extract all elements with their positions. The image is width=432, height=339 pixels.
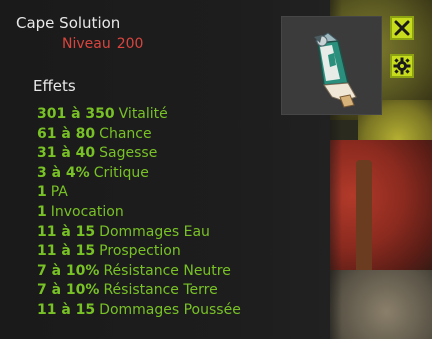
effect-value: 61 à 80 (37, 125, 96, 142)
effect-stat: Sagesse (99, 145, 158, 162)
gear-icon (393, 57, 411, 75)
effect-stat: Vitalité (118, 106, 168, 122)
close-button[interactable] (390, 16, 414, 40)
effect-row: 1 PA (37, 183, 241, 203)
item-level: Niveau 200 (62, 36, 143, 52)
effect-stat: Résistance Terre (103, 282, 218, 299)
level-label: Niveau (62, 36, 111, 52)
level-value: 200 (116, 36, 144, 52)
effect-row: 11 à 15 Dommages Eau (37, 223, 241, 243)
effect-stat: Résistance Neutre (103, 262, 231, 279)
effects-title: Effets (33, 77, 76, 95)
settings-button[interactable] (390, 54, 414, 78)
cape-icon (314, 32, 357, 108)
effect-stat: Critique (93, 164, 149, 181)
effect-row: 11 à 15 Dommages Poussée (37, 301, 241, 321)
effect-row: 7 à 10% Résistance Neutre (37, 262, 241, 282)
effect-row: 301 à 350 Vitalité (37, 105, 241, 125)
effect-stat: Invocation (50, 203, 124, 220)
effect-stat: Dommages Eau (99, 223, 210, 240)
effects-list: 301 à 350 Vitalité 61 à 80 Chance 31 à 40 S… (37, 105, 241, 321)
effect-row: 11 à 15 Prospection (37, 242, 241, 262)
effect-row: 31 à 40 Sagesse (37, 144, 241, 164)
effect-value: 7 à 10% (37, 262, 100, 279)
item-name: Cape Solution (16, 14, 121, 32)
effect-value: 11 à 15 (37, 223, 96, 240)
effect-row: 61 à 80 Chance (37, 125, 241, 145)
effect-value: 31 à 40 (37, 145, 96, 162)
effect-value: 301 à 350 (37, 106, 115, 122)
effect-stat: Dommages Poussée (99, 301, 241, 318)
effect-value: 11 à 15 (37, 301, 96, 318)
effect-value: 7 à 10% (37, 282, 100, 299)
item-image (281, 16, 382, 115)
effect-row: 3 à 4% Critique (37, 164, 241, 184)
effect-value: 1 (37, 184, 47, 201)
effect-row: 1 Invocation (37, 203, 241, 223)
effect-stat: Chance (99, 125, 152, 142)
effect-value: 11 à 15 (37, 243, 96, 260)
close-icon (394, 20, 410, 36)
effect-stat: Prospection (99, 243, 181, 260)
effect-stat: PA (50, 184, 68, 201)
effect-row: 7 à 10% Résistance Terre (37, 281, 241, 301)
item-tooltip: Cape Solution Niveau 200 Effets 301 à 35… (0, 0, 432, 339)
effect-value: 1 (37, 203, 47, 220)
effect-value: 3 à 4% (37, 164, 90, 181)
